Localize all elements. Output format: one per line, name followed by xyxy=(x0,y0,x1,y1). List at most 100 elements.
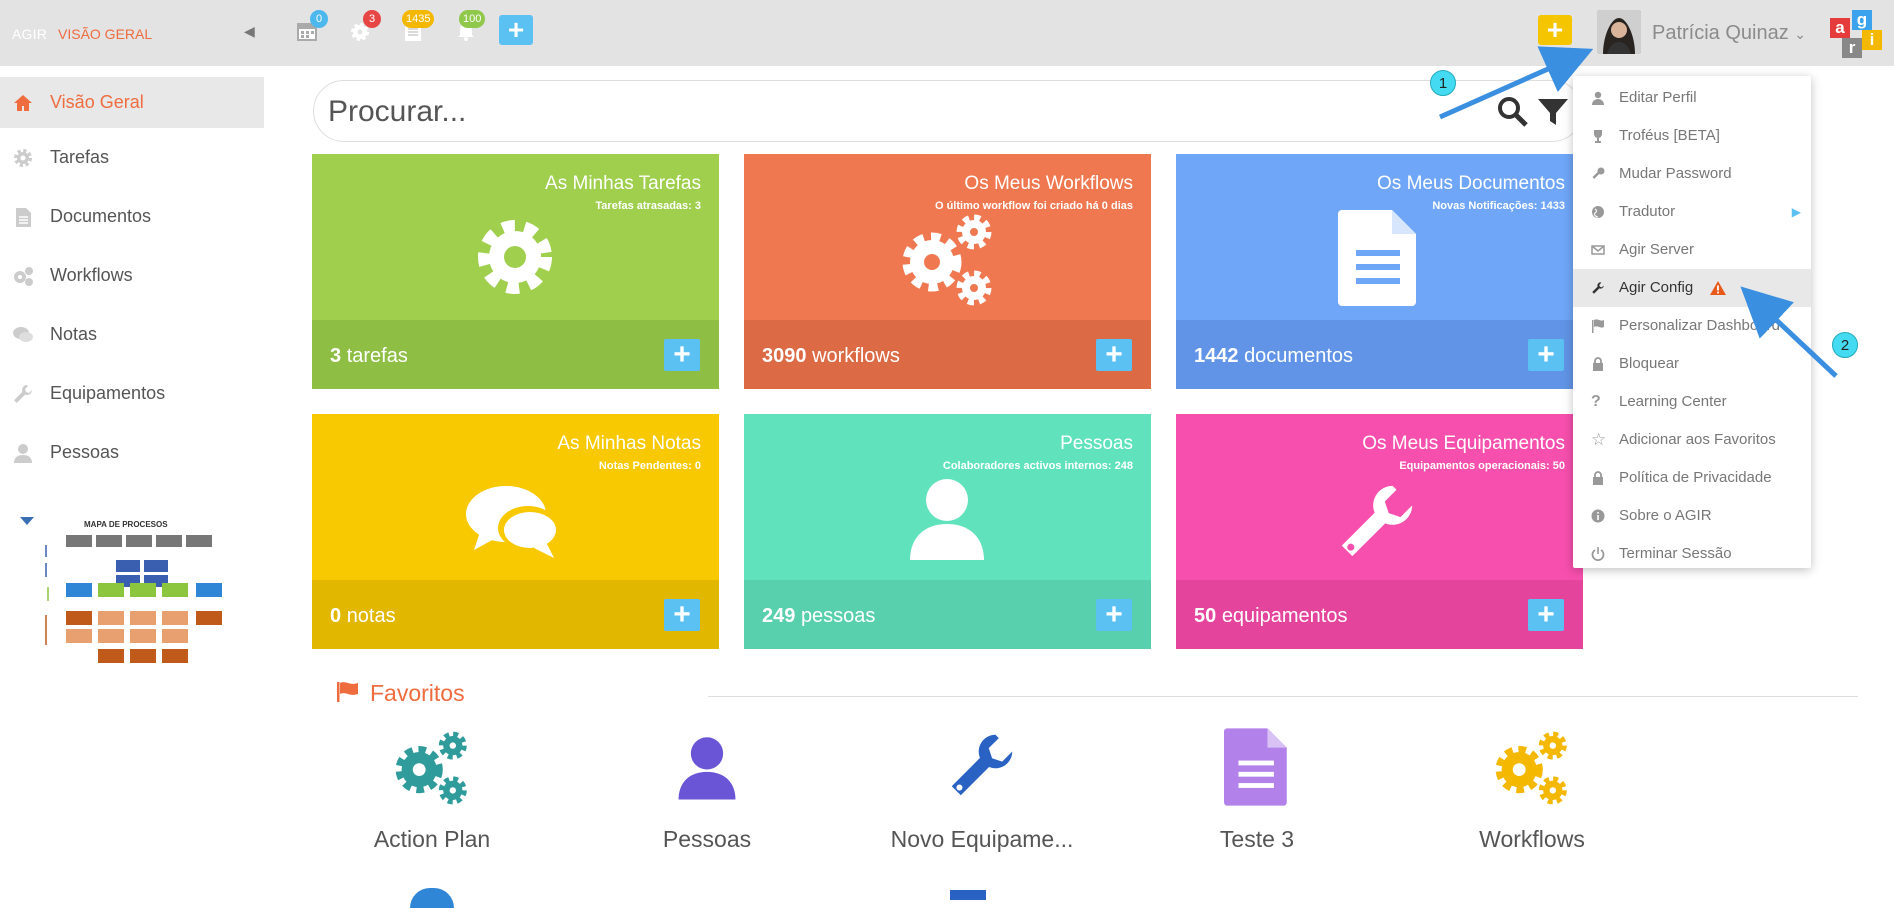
search-bar[interactable]: Procurar... xyxy=(313,80,1583,142)
favorite-workflows[interactable]: Workflows xyxy=(1402,728,1662,852)
sidebar-item-pessoas[interactable]: Pessoas xyxy=(0,423,264,482)
add-task-button[interactable]: + xyxy=(664,339,700,371)
quick-add-button[interactable]: + xyxy=(499,15,533,45)
menu-item-trofeus[interactable]: Troféus [BETA] xyxy=(1573,117,1811,155)
agir-logo: a g r i xyxy=(1830,10,1882,58)
process-map-title: MAPA DE PROCESOS xyxy=(84,520,168,529)
tile-footer: 0 notas + xyxy=(312,580,719,649)
collapse-sidebar-icon[interactable]: ◀ xyxy=(244,23,255,40)
favorites-heading: Favoritos xyxy=(336,680,465,707)
person-icon xyxy=(14,444,32,463)
calendar-badge: 0 xyxy=(310,10,328,28)
chat-icon xyxy=(13,327,33,342)
chat-icon xyxy=(466,486,558,558)
documents-badge: 1435 xyxy=(402,10,435,28)
trophy-icon xyxy=(1594,130,1602,143)
menu-item-mudar-password[interactable]: Mudar Password xyxy=(1573,155,1811,193)
favorite-icon-partial xyxy=(410,888,454,908)
sidebar-item-workflows[interactable]: Workflows xyxy=(0,246,264,305)
power-icon xyxy=(1591,547,1605,561)
tile-pessoas[interactable]: Pessoas Colaboradores activos internos: … xyxy=(744,414,1151,649)
avatar[interactable] xyxy=(1597,10,1641,54)
info-icon xyxy=(1591,509,1605,523)
callout-2: 2 xyxy=(1832,332,1858,358)
flag-icon xyxy=(1592,319,1604,333)
menu-item-editar-perfil[interactable]: Editar Perfil xyxy=(1573,79,1811,117)
sidebar-item-tarefas[interactable]: Tarefas xyxy=(0,128,264,187)
tile-footer: 1442 documentos + xyxy=(1176,320,1583,389)
favorite-action-plan[interactable]: Action Plan xyxy=(302,728,562,852)
person-icon xyxy=(678,737,736,800)
menu-item-adicionar-favoritos[interactable]: ☆ Adicionar aos Favoritos xyxy=(1573,421,1811,459)
menu-item-politica-privacidade[interactable]: Política de Privacidade xyxy=(1573,459,1811,497)
envelope-icon xyxy=(1591,245,1605,255)
add-workflow-button[interactable]: + xyxy=(1096,339,1132,371)
wrench-icon xyxy=(951,734,1013,796)
tile-documentos[interactable]: Os Meus Documentos Novas Notificações: 1… xyxy=(1176,154,1583,389)
sidebar: Visão Geral Tarefas Documentos Workflows… xyxy=(0,66,264,482)
document-icon xyxy=(1224,728,1287,806)
gear-icon xyxy=(14,149,32,167)
key-icon xyxy=(1592,167,1605,179)
favorite-teste-3[interactable]: Teste 3 xyxy=(1127,728,1387,852)
user-icon xyxy=(1592,91,1604,105)
tasks-badge: 3 xyxy=(363,10,381,28)
add-person-button[interactable]: + xyxy=(1096,599,1132,631)
tile-equipamentos[interactable]: Os Meus Equipamentos Equipamentos operac… xyxy=(1176,414,1583,649)
notifications-bell-icon[interactable]: 100 xyxy=(455,10,486,46)
menu-item-terminar-sessao[interactable]: Terminar Sessão xyxy=(1573,535,1811,573)
lock-icon xyxy=(1593,357,1603,371)
lock-icon xyxy=(1593,471,1603,485)
filter-icon[interactable] xyxy=(1536,95,1570,129)
gears-icon xyxy=(1495,731,1567,805)
divider xyxy=(708,696,1858,697)
favorite-pessoas[interactable]: Pessoas xyxy=(577,728,837,852)
process-map-thumbnail[interactable]: MAPA DE PROCESOS xyxy=(18,515,230,675)
warning-icon xyxy=(1710,281,1726,295)
add-equipment-button[interactable]: + xyxy=(1528,599,1564,631)
sidebar-item-documentos[interactable]: Documentos xyxy=(0,187,264,246)
tile-footer: 3 tarefas + xyxy=(312,320,719,389)
menu-item-learning-center[interactable]: ? Learning Center xyxy=(1573,383,1811,421)
chevron-down-icon: ⌄ xyxy=(1794,26,1807,42)
user-name[interactable]: Patrícia Quinaz ⌄ xyxy=(1652,22,1806,45)
tile-workflows[interactable]: Os Meus Workflows O último workflow foi … xyxy=(744,154,1151,389)
gears-icon xyxy=(395,731,467,805)
calendar-icon[interactable]: 0 xyxy=(296,10,328,46)
favorite-novo-equipamento[interactable]: Novo Equipame... xyxy=(852,728,1112,852)
gear-icon xyxy=(478,220,552,294)
wrench-icon xyxy=(1592,282,1604,294)
sidebar-item-equipamentos[interactable]: Equipamentos xyxy=(0,364,264,423)
menu-item-tradutor[interactable]: Tradutor ▶ xyxy=(1573,193,1811,231)
wrench-icon xyxy=(1341,485,1413,557)
tasks-gear-icon[interactable]: 3 xyxy=(349,10,381,46)
add-note-button[interactable]: + xyxy=(664,599,700,631)
favorite-icon-partial xyxy=(950,890,986,900)
menu-item-personalizar-dashboard[interactable]: Personalizar Dashboard xyxy=(1573,307,1811,345)
user-dropdown-menu: Editar Perfil Troféus [BETA] Mudar Passw… xyxy=(1573,76,1811,568)
search-icon[interactable] xyxy=(1496,95,1530,129)
tile-tarefas[interactable]: As Minhas Tarefas Tarefas atrasadas: 3 3… xyxy=(312,154,719,389)
question-icon: ? xyxy=(1591,393,1601,410)
flag-icon xyxy=(337,682,358,702)
tile-footer: 3090 workflows + xyxy=(744,320,1151,389)
globe-icon xyxy=(1592,206,1604,218)
notifications-badge: 100 xyxy=(459,10,486,28)
tile-notas[interactable]: As Minhas Notas Notas Pendentes: 0 0 not… xyxy=(312,414,719,649)
menu-item-agir-server[interactable]: Agir Server xyxy=(1573,231,1811,269)
top-bar: AGIR VISÃO GERAL ◀ 0 3 1435 100 + + Patr… xyxy=(0,0,1894,66)
tile-footer: 50 equipamentos + xyxy=(1176,580,1583,649)
sidebar-item-notas[interactable]: Notas xyxy=(0,305,264,364)
search-input[interactable]: Procurar... xyxy=(328,95,466,129)
tile-footer: 249 pessoas + xyxy=(744,580,1151,649)
person-icon xyxy=(910,479,984,560)
documents-icon[interactable]: 1435 xyxy=(402,10,435,46)
document-icon xyxy=(1338,210,1416,306)
add-document-button[interactable]: + xyxy=(1528,339,1564,371)
menu-item-agir-config[interactable]: Agir Config xyxy=(1573,269,1811,307)
menu-item-sobre-agir[interactable]: Sobre o AGIR xyxy=(1573,497,1811,535)
create-new-button[interactable]: + xyxy=(1538,15,1572,45)
sidebar-item-visao-geral[interactable]: Visão Geral xyxy=(0,77,264,128)
app-brand[interactable]: AGIR xyxy=(12,26,47,42)
menu-item-bloquear[interactable]: Bloquear xyxy=(1573,345,1811,383)
